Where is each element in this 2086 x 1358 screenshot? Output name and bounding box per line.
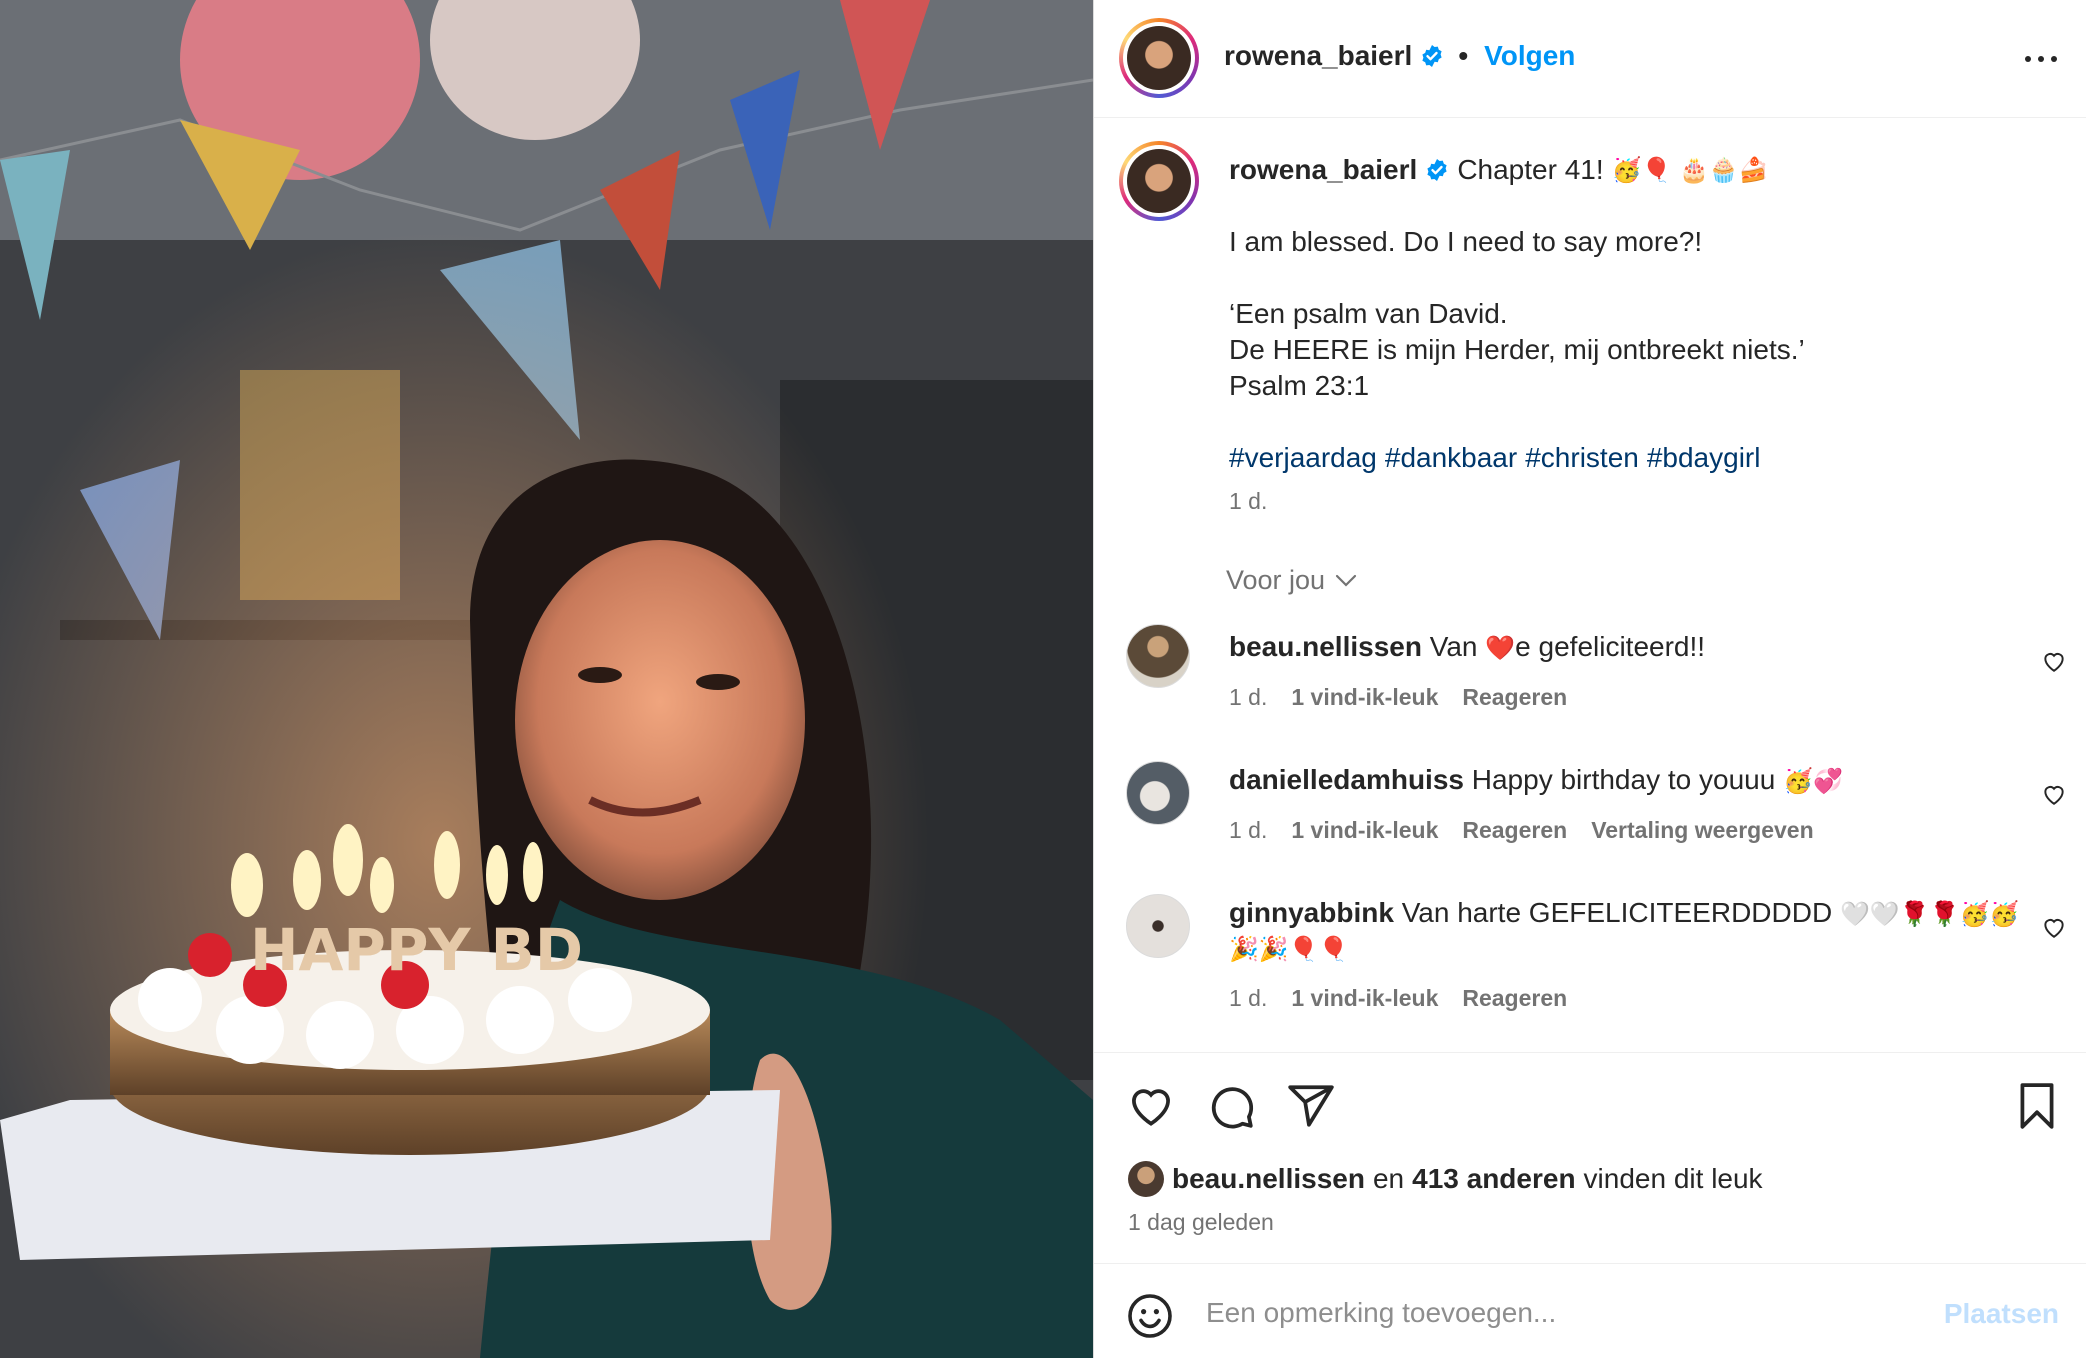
comment-text-part: e gefeliciteerd!! bbox=[1515, 631, 1706, 662]
caption-title: Chapter 41! bbox=[1457, 154, 1604, 185]
comment-time[interactable]: 1 d. bbox=[1229, 684, 1267, 711]
liker-username[interactable]: beau.nellissen bbox=[1172, 1163, 1365, 1195]
comment-likes-count[interactable]: 1 vind-ik-leuk bbox=[1291, 985, 1438, 1012]
post-date[interactable]: 1 dag geleden bbox=[1128, 1209, 1274, 1236]
comment-emoji: 🥳💞 bbox=[1783, 767, 1843, 795]
comment-meta: 1 d. 1 vind-ik-leuk Reageren Vertaling w… bbox=[1229, 817, 1814, 844]
commenter-username[interactable]: beau.nellissen bbox=[1229, 631, 1422, 662]
commenter-avatar[interactable] bbox=[1126, 761, 1190, 825]
post-details-panel: rowena_baierl • Volgen rowena_baierl Cha… bbox=[1093, 0, 2086, 1358]
svg-text:HAPPY BD: HAPPY BD bbox=[250, 916, 583, 984]
header-user-row: rowena_baierl • Volgen bbox=[1224, 40, 1575, 72]
comment-meta: 1 d. 1 vind-ik-leuk Reageren bbox=[1229, 985, 1567, 1012]
more-options-icon[interactable] bbox=[2023, 44, 2059, 74]
birthday-photo-illustration: HAPPY BD bbox=[0, 0, 1093, 1358]
post-actions: beau.nellissen en 413 anderen vinden dit… bbox=[1094, 1052, 2086, 1262]
comment-sort-label: Voor jou bbox=[1226, 565, 1326, 595]
caption-hashtags: #verjaardag #dankbaar #christen #bdaygirl bbox=[1229, 440, 1768, 476]
comment-likes-count[interactable]: 1 vind-ik-leuk bbox=[1291, 684, 1438, 711]
commenter-avatar[interactable] bbox=[1126, 894, 1190, 958]
hashtag-link[interactable]: #bdaygirl bbox=[1647, 442, 1761, 473]
hashtag-link[interactable]: #dankbaar bbox=[1385, 442, 1517, 473]
verified-badge-icon bbox=[1422, 45, 1442, 67]
comment-time[interactable]: 1 d. bbox=[1229, 817, 1267, 844]
chevron-down-icon bbox=[1335, 574, 1357, 587]
likes-others-count[interactable]: 413 anderen bbox=[1412, 1163, 1575, 1195]
caption-author-avatar[interactable] bbox=[1119, 141, 1199, 221]
likes-suffix: vinden dit leuk bbox=[1583, 1163, 1763, 1194]
reply-button[interactable]: Reageren bbox=[1462, 985, 1567, 1012]
hashtag-link[interactable]: #verjaardag bbox=[1229, 442, 1377, 473]
follow-button[interactable]: Volgen bbox=[1484, 40, 1575, 72]
header-username[interactable]: rowena_baierl bbox=[1224, 40, 1412, 72]
post-photo: HAPPY BD bbox=[0, 0, 1093, 1358]
caption-first-line: rowena_baierl Chapter 41! 🥳🎈 🎂🧁🍰 bbox=[1229, 152, 2049, 188]
comment-like-heart-icon[interactable] bbox=[2041, 914, 2067, 940]
likes-connector: en bbox=[1372, 1163, 1405, 1194]
comment-icon[interactable] bbox=[1206, 1081, 1256, 1131]
comment-meta: 1 d. 1 vind-ik-leuk Reageren bbox=[1229, 684, 1567, 711]
caption-username[interactable]: rowena_baierl bbox=[1229, 152, 1417, 188]
smiley-icon[interactable] bbox=[1126, 1292, 1174, 1340]
comment-text-part: Happy birthday to youuu bbox=[1471, 764, 1784, 795]
comment-text-part: Van harte GEFELICITEERDDDDD bbox=[1401, 897, 1840, 928]
verified-badge-icon bbox=[1427, 159, 1447, 181]
comment-emoji: ❤️ bbox=[1485, 634, 1516, 662]
comment-sort-dropdown[interactable]: Voor jou bbox=[1226, 565, 1357, 596]
post-header: rowena_baierl • Volgen bbox=[1094, 0, 2086, 118]
bookmark-icon[interactable] bbox=[2012, 1081, 2062, 1131]
comment-text: ginnyabbink Van harte GEFELICITEERDDDDD … bbox=[1229, 896, 2029, 966]
commenter-username[interactable]: danielledamhuiss bbox=[1229, 764, 1464, 795]
comment-likes-count[interactable]: 1 vind-ik-leuk bbox=[1291, 817, 1438, 844]
comment-text-part: Van bbox=[1429, 631, 1486, 662]
see-translation-button[interactable]: Vertaling weergeven bbox=[1591, 817, 1813, 844]
share-icon[interactable] bbox=[1286, 1081, 1336, 1131]
comment-like-heart-icon[interactable] bbox=[2041, 781, 2067, 807]
caption-title-emojis: 🥳🎈 🎂🧁🍰 bbox=[1611, 156, 1769, 184]
comment-text: danielledamhuiss Happy birthday to youuu… bbox=[1229, 763, 2009, 798]
heart-icon[interactable] bbox=[1126, 1081, 1176, 1131]
comment-text: beau.nellissen Van ❤️e gefeliciteerd!! bbox=[1229, 630, 2009, 665]
hashtag-link[interactable]: #christen bbox=[1525, 442, 1639, 473]
comment-like-heart-icon[interactable] bbox=[2041, 648, 2067, 674]
caption-timestamp[interactable]: 1 d. bbox=[1229, 488, 1267, 515]
commenter-avatar[interactable] bbox=[1126, 624, 1190, 688]
header-separator: • bbox=[1458, 40, 1469, 71]
reply-button[interactable]: Reageren bbox=[1462, 817, 1567, 844]
likes-summary: beau.nellissen en 413 anderen vinden dit… bbox=[1128, 1161, 1763, 1197]
commenter-username[interactable]: ginnyabbink bbox=[1229, 897, 1394, 928]
author-avatar[interactable] bbox=[1119, 18, 1199, 98]
caption-body: I am blessed. Do I need to say more?! ‘E… bbox=[1229, 226, 1805, 401]
post-comment-button[interactable]: Plaatsen bbox=[1944, 1298, 2059, 1330]
reply-button[interactable]: Reageren bbox=[1462, 684, 1567, 711]
comment-time[interactable]: 1 d. bbox=[1229, 985, 1267, 1012]
comment-input[interactable] bbox=[1206, 1288, 1866, 1338]
add-comment-bar: Plaatsen bbox=[1094, 1263, 2086, 1358]
liker-avatar[interactable] bbox=[1128, 1161, 1164, 1197]
